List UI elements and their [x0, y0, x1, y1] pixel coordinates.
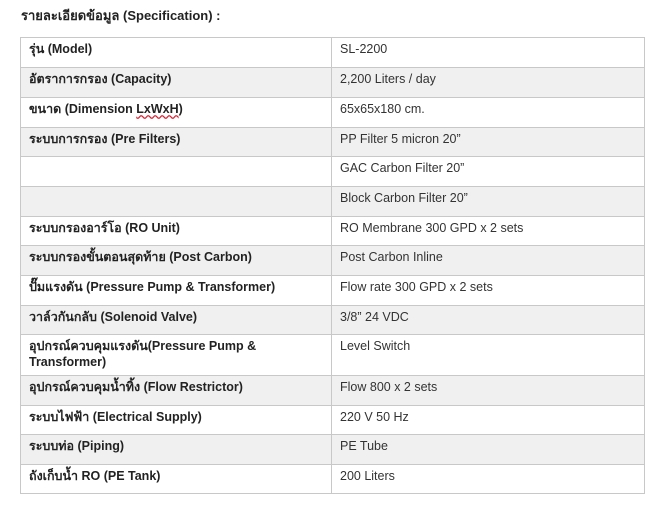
spec-label: ระบบกรองอาร์โอ (RO Unit) — [20, 216, 332, 246]
table-row: ระบบท่อ (Piping) PE Tube — [20, 434, 645, 465]
spec-value: 2,200 Liters / day — [331, 67, 645, 98]
spec-label: ปั๊มแรงดัน (Pressure Pump & Transformer) — [20, 275, 332, 306]
table-row: อุปกรณ์ควบคุมน้ำทิ้ง (Flow Restrictor) F… — [20, 375, 645, 406]
spec-label: อุปกรณ์ควบคุมแรงดัน(Pressure Pump & Tran… — [20, 334, 332, 376]
spec-table: รุ่น (Model) SL-2200 อัตราการกรอง (Capac… — [20, 37, 645, 494]
spec-label: วาล์วกันกลับ (Solenoid Valve) — [20, 305, 332, 335]
spec-value: Level Switch — [331, 334, 645, 376]
spec-label: ระบบไฟฟ้า (Electrical Supply) — [20, 405, 332, 435]
table-row: ระบบกรองขั้นตอนสุดท้าย (Post Carbon) Pos… — [20, 245, 645, 276]
spec-label — [20, 156, 332, 187]
spec-value: Flow 800 x 2 sets — [331, 375, 645, 406]
spec-label: ระบบท่อ (Piping) — [20, 434, 332, 465]
spec-value: GAC Carbon Filter 20” — [331, 156, 645, 187]
table-row: ถังเก็บน้ำ RO (PE Tank) 200 Liters — [20, 464, 645, 494]
spec-label: ระบบการกรอง (Pre Filters) — [20, 127, 332, 157]
spec-label: ระบบกรองขั้นตอนสุดท้าย (Post Carbon) — [20, 245, 332, 276]
table-row: GAC Carbon Filter 20” — [20, 156, 645, 187]
spec-label — [20, 186, 332, 217]
spec-title: รายละเอียดข้อมูล (Specification) : — [21, 8, 221, 23]
spec-value: RO Membrane 300 GPD x 2 sets — [331, 216, 645, 246]
spec-value: Post Carbon Inline — [331, 245, 645, 276]
table-row: ปั๊มแรงดัน (Pressure Pump & Transformer)… — [20, 275, 645, 306]
label-part: ) — [178, 102, 183, 116]
spec-label: รุ่น (Model) — [20, 37, 332, 68]
table-row: ระบบกรองอาร์โอ (RO Unit) RO Membrane 300… — [20, 216, 645, 246]
table-row: รุ่น (Model) SL-2200 — [20, 37, 645, 68]
table-row: ระบบไฟฟ้า (Electrical Supply) 220 V 50 H… — [20, 405, 645, 435]
spec-value: 3/8” 24 VDC — [331, 305, 645, 335]
table-row: ขนาด (Dimension LxWxH) 65x65x180 cm. — [20, 97, 645, 128]
spec-label: ขนาด (Dimension LxWxH) — [20, 97, 332, 128]
label-part: ขนาด (Dimension — [29, 102, 137, 116]
spec-label: ถังเก็บน้ำ RO (PE Tank) — [20, 464, 332, 494]
table-row: อัตราการกรอง (Capacity) 2,200 Liters / d… — [20, 67, 645, 98]
spec-value: 65x65x180 cm. — [331, 97, 645, 128]
spec-value: 220 V 50 Hz — [331, 405, 645, 435]
spec-label: อุปกรณ์ควบคุมน้ำทิ้ง (Flow Restrictor) — [20, 375, 332, 406]
spec-value: Flow rate 300 GPD x 2 sets — [331, 275, 645, 306]
table-row: วาล์วกันกลับ (Solenoid Valve) 3/8” 24 VD… — [20, 305, 645, 335]
spec-label: อัตราการกรอง (Capacity) — [20, 67, 332, 98]
spec-value: 200 Liters — [331, 464, 645, 494]
label-spellcheck-part: LxWxH — [136, 102, 179, 116]
table-row: ระบบการกรอง (Pre Filters) PP Filter 5 mi… — [20, 127, 645, 157]
spec-value: PP Filter 5 micron 20” — [331, 127, 645, 157]
spec-value: PE Tube — [331, 434, 645, 465]
table-row: Block Carbon Filter 20” — [20, 186, 645, 217]
spec-value: SL-2200 — [331, 37, 645, 68]
table-row: อุปกรณ์ควบคุมแรงดัน(Pressure Pump & Tran… — [20, 334, 645, 376]
spec-value: Block Carbon Filter 20” — [331, 186, 645, 217]
